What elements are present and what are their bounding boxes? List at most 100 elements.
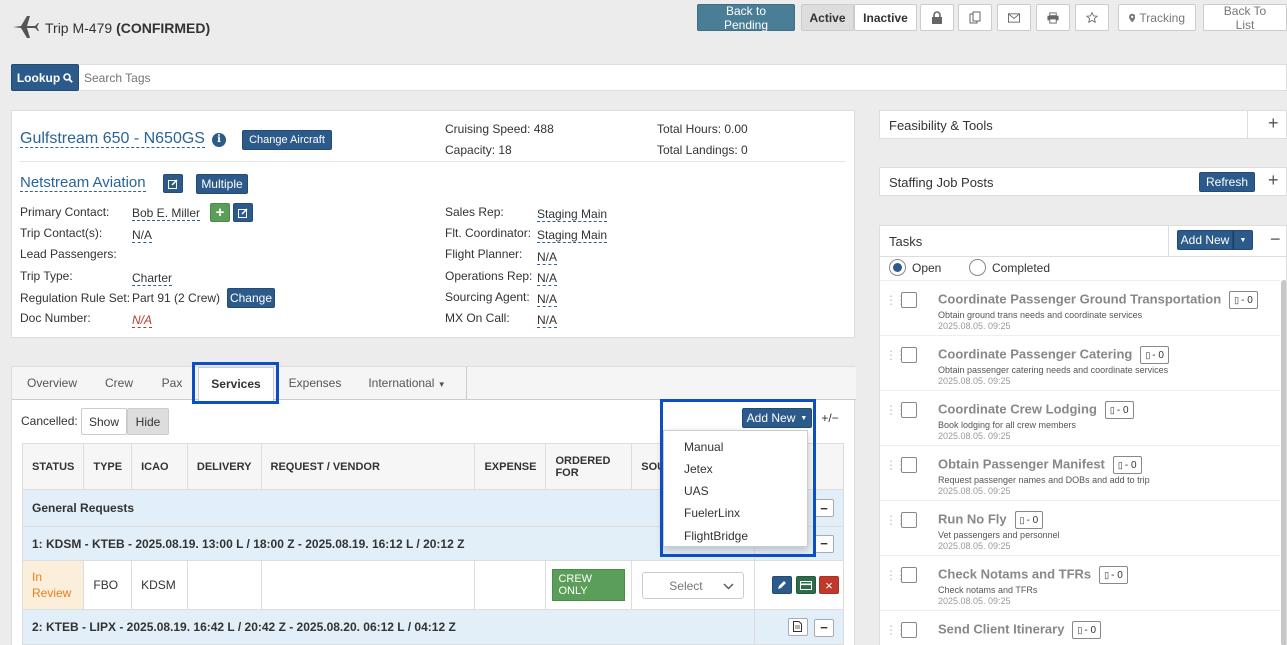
collapse-button[interactable]: −	[814, 618, 834, 637]
back-to-pending-button[interactable]: Back to Pending	[697, 4, 795, 32]
trip-details-panel: Gulfstream 650 - N650GS i Change Aircraf…	[11, 110, 855, 338]
task-date: 2025.08.05. 09:25	[938, 486, 1011, 496]
scrollbar[interactable]	[1281, 280, 1286, 645]
task-docs-badge[interactable]: ▯ - 0	[1104, 401, 1134, 419]
tasks-title: Tasks	[889, 234, 923, 249]
tab-international[interactable]: International ▼	[362, 367, 452, 399]
info-icon[interactable]: i	[212, 133, 226, 147]
change-aircraft-button[interactable]: Change Aircraft	[242, 130, 332, 150]
completed-radio[interactable]	[969, 259, 986, 276]
task-docs-badge[interactable]: ▯ - 0	[1014, 511, 1044, 529]
task-checkbox[interactable]	[901, 512, 917, 528]
divider	[880, 256, 1286, 257]
hide-cancelled-button[interactable]: Hide	[127, 408, 169, 435]
show-cancelled-button[interactable]: Show	[81, 408, 127, 435]
add-contact-button[interactable]: +	[210, 203, 230, 222]
task-docs-badge[interactable]: ▯ - 0	[1099, 566, 1128, 584]
task-checkbox[interactable]	[901, 292, 917, 308]
open-radio[interactable]	[889, 259, 906, 276]
task-title[interactable]: Check Notams and TFRs ▯ - 0	[938, 566, 1128, 584]
add-new-task-caret[interactable]: ▼	[1233, 230, 1253, 250]
col-status: STATUS	[21, 443, 85, 490]
task-docs-badge[interactable]: ▯ - 0	[1229, 291, 1258, 309]
search-input[interactable]	[84, 68, 1274, 88]
document-button[interactable]	[787, 617, 808, 636]
tracking-button[interactable]: Tracking	[1118, 4, 1196, 31]
refresh-button[interactable]: Refresh	[1199, 172, 1255, 192]
print-button[interactable]	[1036, 4, 1070, 31]
task-checkbox[interactable]	[901, 402, 917, 418]
task-title[interactable]: Coordinate Crew Lodging ▯ - 0	[938, 401, 1134, 419]
operations-rep-value[interactable]: N/A	[537, 271, 558, 286]
sourcing-agent-value[interactable]: N/A	[537, 292, 558, 307]
task-checkbox[interactable]	[901, 347, 917, 363]
collapse-button[interactable]: −	[814, 499, 834, 517]
payment-button[interactable]	[795, 576, 816, 595]
active-toggle[interactable]: Active	[801, 4, 854, 31]
add-new-task-label: Add New	[1180, 233, 1230, 247]
copy-icon	[969, 11, 981, 24]
tab-expenses[interactable]: Expenses	[280, 367, 350, 399]
lookup-button[interactable]: Lookup	[11, 64, 79, 91]
edit-service-button[interactable]	[772, 575, 793, 594]
add-new-task-button[interactable]: Add New	[1177, 230, 1233, 250]
status-badge: In Review	[32, 570, 72, 600]
task-title[interactable]: Send Client Itinerary ▯ - 0	[938, 621, 1102, 639]
task-title[interactable]: Coordinate Passenger Ground Transportati…	[938, 291, 1258, 309]
task-title[interactable]: Run No Fly ▯ - 0	[938, 511, 1044, 529]
feasibility-panel: Feasibility & Tools +	[879, 110, 1287, 139]
task-docs-badge[interactable]: ▯ - 0	[1140, 346, 1169, 364]
plus-icon[interactable]: +	[1268, 170, 1279, 191]
back-to-list-button[interactable]: Back To List	[1203, 4, 1287, 32]
feasibility-title: Feasibility & Tools	[889, 118, 993, 133]
delete-service-button[interactable]: ×	[819, 576, 839, 595]
leg-2-actions: −	[754, 609, 844, 645]
task-docs-badge[interactable]: ▯ - 0	[1112, 456, 1142, 474]
trip-type-value[interactable]: Charter	[132, 271, 173, 286]
collapse-button[interactable]: −	[814, 534, 834, 553]
lock-button[interactable]	[920, 4, 954, 31]
plus-icon[interactable]: +	[1268, 113, 1279, 134]
task-checkbox[interactable]	[901, 622, 917, 638]
doc-number-value[interactable]: N/A	[132, 313, 153, 328]
task-checkbox[interactable]	[901, 457, 917, 473]
table-row: In Review FBO KDSM CREW ONLY Select ×	[21, 560, 844, 610]
trip-contacts-value[interactable]: N/A	[132, 228, 153, 243]
tab-pax[interactable]: Pax	[152, 367, 192, 399]
source-select[interactable]: Select	[642, 571, 745, 599]
flt-coordinator-value[interactable]: Staging Main	[537, 228, 608, 243]
document-icon: ▯	[1077, 624, 1083, 635]
operator-name[interactable]: Netstream Aviation	[20, 174, 146, 192]
favorite-button[interactable]	[1075, 4, 1109, 31]
task-checkbox[interactable]	[901, 567, 917, 583]
multiple-button[interactable]: Multiple	[196, 174, 248, 194]
aircraft-name[interactable]: Gulfstream 650 - N650GS	[20, 130, 205, 148]
trip-contacts-label: Trip Contact(s):	[20, 226, 103, 240]
tab-overview[interactable]: Overview	[20, 367, 84, 399]
trip-label: Trip M-479	[45, 20, 113, 36]
cruising-speed: Cruising Speed: 488	[445, 122, 554, 136]
sales-rep-value[interactable]: Staging Main	[537, 207, 608, 222]
document-icon: ▯	[1145, 349, 1151, 360]
email-button[interactable]	[997, 4, 1031, 31]
expand-collapse-button[interactable]: +/−	[817, 408, 843, 428]
minus-icon[interactable]: −	[1270, 229, 1281, 250]
task-docs-badge[interactable]: ▯ - 0	[1072, 621, 1102, 639]
task-item: ⋮⋮ Coordinate Crew Lodging ▯ - 0 Book lodg…	[880, 390, 1280, 445]
copy-button[interactable]	[958, 4, 992, 31]
edit-icon	[168, 178, 178, 189]
primary-contact-value[interactable]: Bob E. Miller	[132, 206, 201, 221]
edit-operator-button[interactable]	[163, 174, 183, 193]
task-date: 2025.08.05. 09:25	[938, 321, 1011, 331]
task-title[interactable]: Coordinate Passenger Catering ▯ - 0	[938, 346, 1169, 364]
flight-planner-value[interactable]: N/A	[537, 250, 558, 265]
task-title[interactable]: Obtain Passenger Manifest ▯ - 0	[938, 456, 1142, 474]
tracking-label: Tracking	[1139, 10, 1185, 25]
inactive-toggle[interactable]: Inactive	[854, 4, 917, 31]
change-regulation-button[interactable]: Change	[227, 288, 275, 308]
tab-crew[interactable]: Crew	[92, 367, 146, 399]
mx-on-call-value[interactable]: N/A	[537, 313, 558, 328]
task-desc: Vet passengers and personnel	[938, 530, 1060, 540]
col-type: TYPE	[83, 443, 133, 490]
edit-contact-button[interactable]	[233, 203, 253, 222]
